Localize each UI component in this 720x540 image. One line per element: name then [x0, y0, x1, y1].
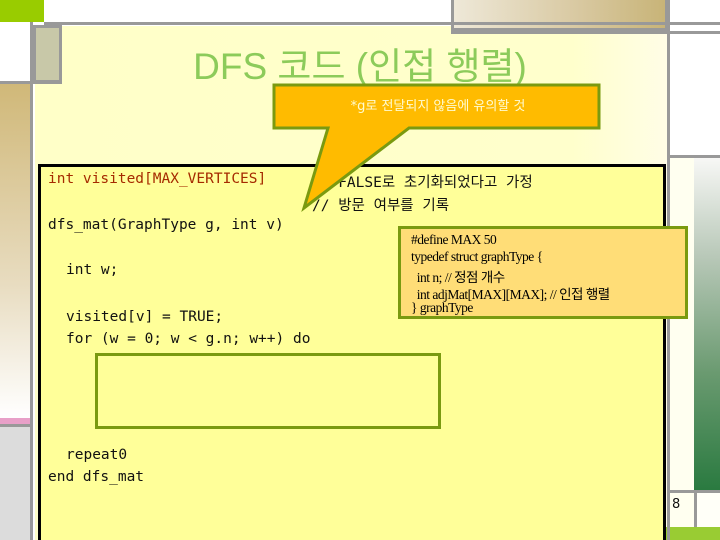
callout-text: *g로 전달되지 않음에 유의할 것: [350, 99, 526, 114]
struct-line-define: #define MAX 50: [411, 232, 497, 247]
struct-line-typedef: typedef struct graphType {: [411, 249, 543, 264]
struct-line-close: } graphType: [411, 300, 473, 315]
page-number: 8: [672, 497, 681, 512]
struct-definition-box: #define MAX 50 typedef struct graphType …: [398, 226, 688, 319]
